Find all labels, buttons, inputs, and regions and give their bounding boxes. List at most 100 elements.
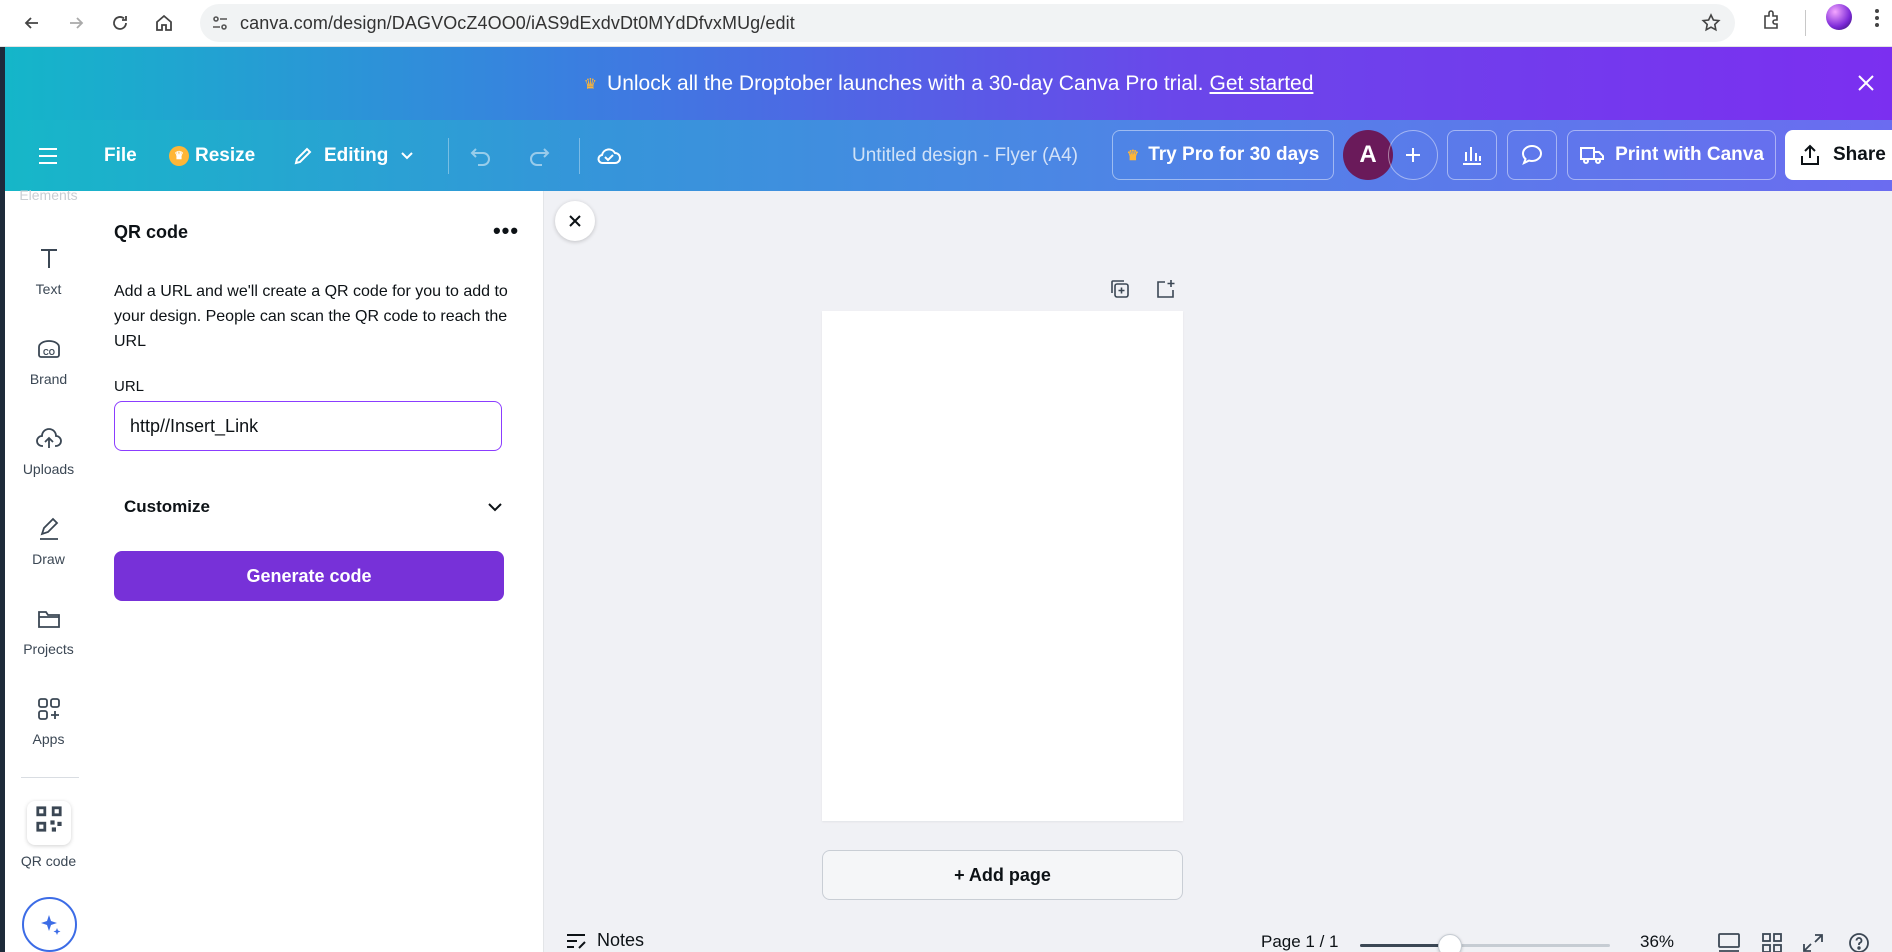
crown-icon: ♛ bbox=[169, 145, 189, 166]
chevron-down-icon bbox=[401, 151, 414, 159]
url-input[interactable] bbox=[114, 401, 502, 451]
zoom-level[interactable]: 36% bbox=[1640, 932, 1674, 952]
add-collaborator-button[interactable] bbox=[1388, 130, 1438, 180]
reload-icon[interactable] bbox=[98, 5, 142, 41]
help-icon[interactable] bbox=[1847, 932, 1871, 952]
main-menu-icon[interactable] bbox=[37, 120, 67, 191]
user-avatar[interactable]: A bbox=[1343, 130, 1393, 180]
zoom-slider[interactable] bbox=[1360, 944, 1610, 947]
sparkle-icon bbox=[40, 914, 60, 935]
text-icon bbox=[40, 249, 57, 268]
plus-icon bbox=[1406, 148, 1420, 162]
svg-text:CO: CO bbox=[43, 348, 55, 357]
close-panel-button[interactable] bbox=[555, 201, 595, 241]
crown-icon: ♛ bbox=[1126, 146, 1140, 163]
truck-icon bbox=[1580, 147, 1605, 164]
editing-mode-dropdown[interactable]: Editing bbox=[292, 120, 424, 191]
close-icon bbox=[569, 215, 581, 227]
upload-cloud-icon bbox=[35, 428, 62, 448]
browser-menu-icon[interactable] bbox=[1870, 6, 1884, 30]
rail-item-label: Draw bbox=[32, 551, 65, 567]
add-page-icon[interactable] bbox=[1152, 276, 1178, 302]
rail-item-label: Text bbox=[35, 281, 62, 297]
print-label: Print with Canva bbox=[1615, 144, 1764, 165]
print-with-canva-button[interactable]: Print with Canva bbox=[1567, 130, 1776, 180]
get-started-link[interactable]: Get started bbox=[1210, 72, 1314, 96]
page-indicator[interactable]: Page 1 / 1 bbox=[1261, 932, 1339, 952]
bottom-bar: Notes Page 1 / 1 36% bbox=[545, 920, 1892, 952]
zoom-slider-handle[interactable] bbox=[1438, 934, 1462, 952]
rail-item-elements-label[interactable]: Elements bbox=[5, 187, 92, 203]
promo-text: Unlock all the Droptober launches with a… bbox=[607, 71, 1204, 95]
notes-button[interactable]: Notes bbox=[565, 930, 644, 951]
rail-item-apps[interactable]: Apps bbox=[5, 695, 92, 747]
redo-icon[interactable] bbox=[527, 120, 551, 191]
insights-button[interactable] bbox=[1447, 130, 1497, 180]
share-button[interactable]: Share bbox=[1785, 130, 1892, 180]
design-page-canvas[interactable] bbox=[822, 311, 1183, 821]
resize-button[interactable]: ♛ Resize bbox=[169, 120, 255, 191]
rail-divider bbox=[21, 777, 79, 778]
extensions-icon[interactable] bbox=[1760, 8, 1784, 32]
fullscreen-icon[interactable] bbox=[1801, 932, 1825, 952]
header-divider bbox=[579, 138, 580, 174]
duplicate-page-icon[interactable] bbox=[1107, 276, 1133, 302]
home-icon[interactable] bbox=[142, 5, 186, 41]
add-page-button[interactable]: + Add page bbox=[822, 850, 1183, 900]
panel-description: Add a URL and we'll create a QR code for… bbox=[114, 283, 508, 350]
rail-item-label: Uploads bbox=[22, 461, 75, 477]
share-label: Share bbox=[1833, 144, 1886, 165]
undo-icon[interactable] bbox=[469, 120, 493, 191]
page-view-icon[interactable] bbox=[1717, 932, 1741, 952]
bar-chart-icon bbox=[1463, 147, 1481, 165]
left-nav-rail: Elements Text CO Brand Uploads Draw Proj… bbox=[5, 187, 92, 952]
brand-icon: CO bbox=[37, 340, 60, 358]
rail-item-brand[interactable]: CO Brand bbox=[5, 335, 92, 387]
editing-label: Editing bbox=[324, 144, 389, 166]
pen-icon bbox=[39, 517, 58, 540]
editor-header: File ♛ Resize Editing Untitled design - … bbox=[5, 120, 1892, 191]
comments-button[interactable] bbox=[1507, 130, 1557, 180]
rail-item-draw[interactable]: Draw bbox=[5, 515, 92, 567]
profile-avatar[interactable] bbox=[1826, 4, 1852, 30]
qr-code-panel: QR code ••• Add a URL and we'll create a… bbox=[92, 191, 544, 952]
rail-item-uploads[interactable]: Uploads bbox=[5, 425, 92, 477]
header-divider bbox=[448, 138, 449, 174]
close-icon[interactable] bbox=[1854, 71, 1878, 95]
folder-icon bbox=[37, 611, 60, 628]
address-bar[interactable]: canva.com/design/DAGVOcZ4OO0/iAS9dExdvDt… bbox=[200, 4, 1735, 42]
grid-view-icon[interactable] bbox=[1760, 932, 1784, 952]
back-icon[interactable] bbox=[10, 5, 54, 41]
toolbar-divider bbox=[1805, 10, 1806, 36]
notes-icon bbox=[567, 933, 586, 949]
customize-section[interactable]: Customize bbox=[114, 489, 504, 525]
promo-banner: ♛ Unlock all the Droptober launches with… bbox=[5, 47, 1892, 120]
site-settings-icon[interactable] bbox=[200, 4, 240, 42]
share-upload-icon bbox=[1801, 144, 1819, 165]
rail-item-label: Brand bbox=[29, 371, 68, 387]
more-options-icon[interactable]: ••• bbox=[490, 217, 522, 245]
comment-icon bbox=[1521, 144, 1543, 165]
bookmark-star-icon[interactable] bbox=[1701, 13, 1721, 33]
qr-code-icon bbox=[26, 801, 71, 845]
chevron-down-icon bbox=[488, 503, 502, 512]
resize-label: Resize bbox=[195, 144, 256, 166]
try-pro-label: Try Pro for 30 days bbox=[1148, 144, 1320, 165]
rail-item-text[interactable]: Text bbox=[5, 245, 92, 297]
magic-sparkle-button[interactable] bbox=[22, 897, 77, 952]
try-pro-button[interactable]: ♛ Try Pro for 30 days bbox=[1112, 130, 1334, 180]
document-title[interactable]: Untitled design - Flyer (A4) bbox=[852, 120, 1078, 191]
pencil-icon bbox=[294, 147, 312, 164]
file-menu[interactable]: File bbox=[104, 120, 137, 191]
browser-toolbar: canva.com/design/DAGVOcZ4OO0/iAS9dExdvDt… bbox=[0, 0, 1892, 47]
rail-item-projects[interactable]: Projects bbox=[5, 605, 92, 657]
forward-icon[interactable] bbox=[54, 5, 98, 41]
generate-code-button[interactable]: Generate code bbox=[114, 551, 504, 601]
rail-item-qr-code[interactable]: QR code bbox=[5, 801, 92, 869]
cloud-saved-icon[interactable] bbox=[595, 120, 623, 191]
rail-item-label: Projects bbox=[23, 641, 74, 657]
notes-label: Notes bbox=[597, 930, 645, 950]
apps-icon bbox=[37, 698, 60, 720]
url-text[interactable]: canva.com/design/DAGVOcZ4OO0/iAS9dExdvDt… bbox=[240, 13, 795, 34]
rail-item-label: QR code bbox=[20, 853, 77, 869]
